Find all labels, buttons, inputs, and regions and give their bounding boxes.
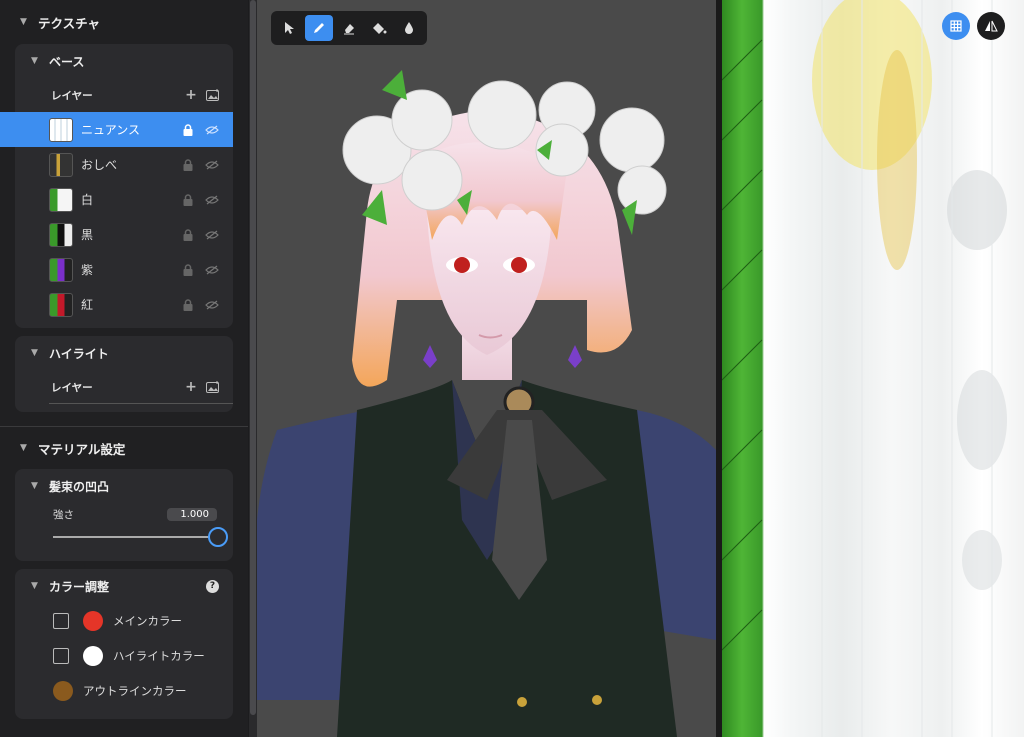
add-image-icon[interactable]: [205, 87, 221, 103]
layer-row-purple[interactable]: 紫: [15, 252, 233, 287]
visibility-off-icon[interactable]: [205, 193, 219, 207]
highlight-color-row[interactable]: ハイライトカラー: [15, 638, 233, 673]
highlight-layer-underline: [49, 403, 233, 404]
pen-icon[interactable]: [305, 15, 333, 41]
layer-thumbnail: [49, 187, 73, 212]
highlight-group-header[interactable]: ▼ ハイライト: [15, 336, 233, 370]
lock-icon[interactable]: [181, 228, 195, 242]
outline-color-row[interactable]: アウトラインカラー: [15, 673, 233, 708]
visibility-off-icon[interactable]: [205, 298, 219, 312]
layer-name: 紫: [81, 263, 94, 277]
base-group-header[interactable]: ▼ ベース: [15, 44, 233, 78]
chevron-down-icon: ▼: [31, 581, 38, 591]
add-layer-icon[interactable]: +: [183, 379, 199, 395]
chevron-down-icon: ▼: [20, 443, 27, 453]
main-color-checkbox[interactable]: [53, 612, 69, 629]
layer-header-label: レイヤー: [51, 381, 93, 394]
sidebar-scrollbar-thumb[interactable]: [250, 0, 256, 715]
select-arrow-icon[interactable]: [275, 15, 303, 41]
layer-name: 白: [81, 193, 94, 207]
layer-name: ニュアンス: [81, 123, 141, 137]
layer-name: 黒: [81, 228, 94, 242]
base-group: ▼ ベース レイヤー + ニュアンス おしべ 白 黒 紫 紅: [0, 44, 233, 328]
layer-thumbnail: [49, 292, 73, 317]
layer-row-crimson[interactable]: 紅: [15, 287, 233, 322]
visibility-off-icon[interactable]: [205, 263, 219, 277]
add-image-icon[interactable]: [205, 379, 221, 395]
drawing-toolbar: [271, 11, 427, 45]
avatar-model[interactable]: [257, 0, 716, 737]
highlight-layer-header: レイヤー +: [15, 370, 233, 404]
fill-bucket-icon[interactable]: [365, 15, 393, 41]
sidebar: ▼ テクスチャ ▼ ベース レイヤー + ニュアンス おしべ 白 黒 紫 紅 ▼…: [0, 0, 248, 737]
material-section-title: マテリアル設定: [38, 441, 126, 457]
lock-icon[interactable]: [181, 158, 195, 172]
strength-slider[interactable]: [53, 527, 228, 547]
help-icon[interactable]: ?: [206, 579, 219, 593]
eraser-icon[interactable]: [335, 15, 363, 41]
layer-thumbnail: [49, 257, 73, 282]
add-layer-icon[interactable]: +: [183, 87, 199, 103]
hair-bump-group-title: 髪束の凹凸: [49, 479, 110, 494]
layer-header-label: レイヤー: [51, 89, 93, 102]
texture-section-header[interactable]: ▼ テクスチャ: [0, 0, 248, 44]
base-group-title: ベース: [49, 54, 85, 69]
visibility-off-icon[interactable]: [205, 228, 219, 242]
outline-color-swatch[interactable]: [53, 680, 73, 701]
chevron-down-icon: ▼: [31, 56, 38, 66]
layer-name: 紅: [81, 298, 94, 312]
grid-view-icon[interactable]: [942, 12, 970, 40]
lock-icon[interactable]: [181, 123, 195, 137]
chevron-down-icon: ▼: [31, 481, 38, 491]
lock-icon[interactable]: [181, 298, 195, 312]
mirror-symmetry-icon[interactable]: [977, 12, 1005, 40]
highlight-group-title: ハイライト: [49, 346, 109, 361]
layer-row-nuance[interactable]: ニュアンス: [0, 112, 233, 147]
eyedropper-drop-icon[interactable]: [395, 15, 423, 41]
chevron-down-icon: ▼: [31, 348, 38, 358]
sidebar-scrollbar[interactable]: [249, 0, 257, 737]
lock-icon[interactable]: [181, 193, 195, 207]
material-section-header[interactable]: ▼ マテリアル設定: [0, 427, 248, 469]
highlight-color-checkbox[interactable]: [53, 647, 69, 664]
color-adjust-group-title: カラー調整: [49, 579, 110, 594]
lock-icon[interactable]: [181, 263, 195, 277]
layer-thumbnail: [49, 117, 73, 142]
texture-image: [722, 0, 1007, 737]
layer-name: おしべ: [81, 158, 118, 172]
layer-row-oshibe[interactable]: おしべ: [15, 147, 233, 182]
visibility-off-icon[interactable]: [205, 158, 219, 172]
strength-row: 強さ 1.000: [15, 503, 233, 522]
layer-row-white[interactable]: 白: [15, 182, 233, 217]
layer-thumbnail: [49, 222, 73, 247]
texture-canvas[interactable]: [722, 0, 1024, 737]
main-color-label: メインカラー: [113, 613, 182, 628]
visibility-off-icon[interactable]: [205, 123, 219, 137]
highlight-color-label: ハイライトカラー: [113, 648, 205, 663]
strength-value-input[interactable]: 1.000: [167, 508, 217, 521]
hair-bump-group-header[interactable]: ▼ 髪束の凹凸: [15, 469, 233, 503]
layer-row-black[interactable]: 黒: [15, 217, 233, 252]
strength-label: 強さ: [53, 509, 74, 521]
hair-bump-group: ▼ 髪束の凹凸 強さ 1.000: [15, 469, 233, 561]
outline-color-label: アウトラインカラー: [83, 683, 187, 698]
highlight-color-swatch[interactable]: [83, 645, 103, 666]
color-adjust-group-header[interactable]: ▼ カラー調整 ?: [15, 569, 233, 603]
chevron-down-icon: ▼: [20, 17, 27, 27]
texture-section-title: テクスチャ: [38, 15, 101, 31]
color-adjust-group: ▼ カラー調整 ? メインカラー ハイライトカラー アウトラインカラー: [15, 569, 233, 719]
layer-thumbnail: [49, 152, 73, 177]
highlight-group: ▼ ハイライト レイヤー +: [15, 336, 233, 412]
main-color-swatch[interactable]: [83, 610, 103, 631]
strength-slider-knob[interactable]: [208, 527, 228, 547]
3d-viewport[interactable]: [257, 0, 716, 737]
base-layer-header: レイヤー +: [15, 78, 233, 112]
main-color-row[interactable]: メインカラー: [15, 603, 233, 638]
